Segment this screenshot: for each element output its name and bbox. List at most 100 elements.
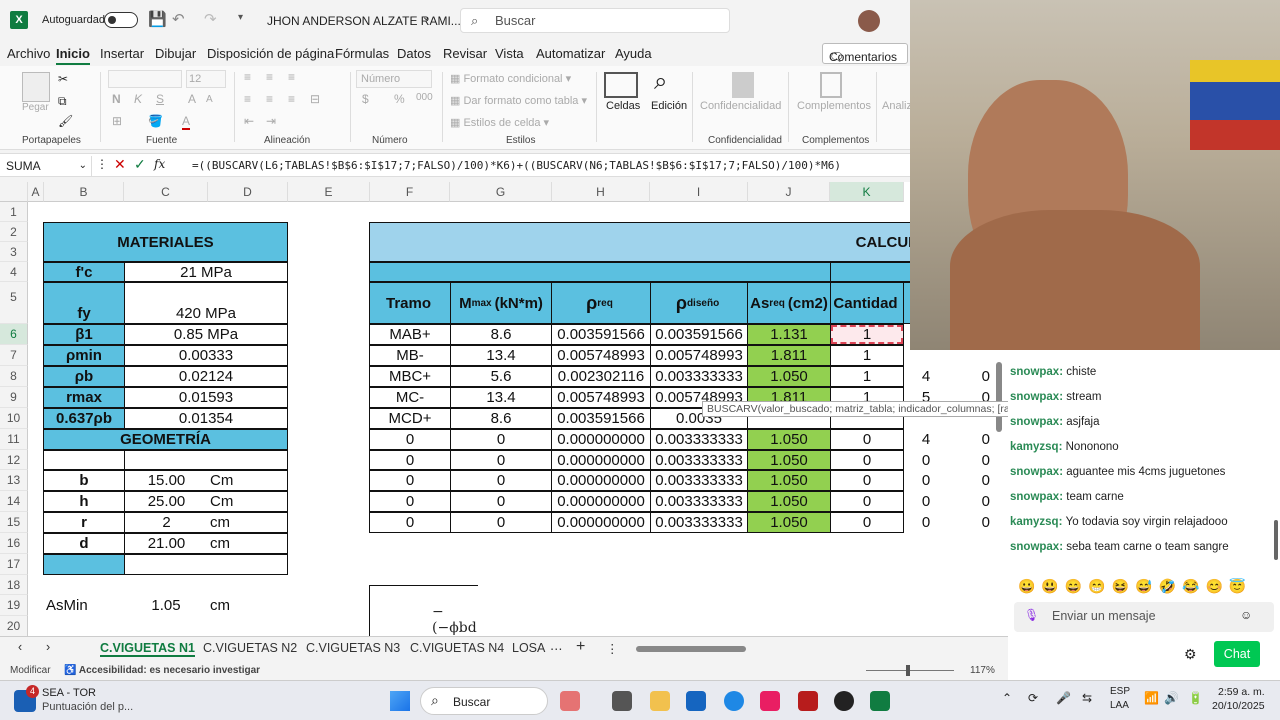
- table-header[interactable]: ρ req: [551, 282, 651, 324]
- customize-icon[interactable]: ▾: [238, 12, 243, 23]
- table-cell[interactable]: 0: [369, 491, 451, 512]
- table-header[interactable]: As req (cm2): [747, 282, 831, 324]
- row-header[interactable]: 17: [0, 554, 28, 575]
- tab-cviguetas-n2[interactable]: C.VIGUETAS N2: [203, 641, 297, 655]
- row-header[interactable]: 16: [0, 533, 28, 554]
- search-input[interactable]: ⌕ Buscar: [460, 8, 730, 33]
- zoom-slider[interactable]: [866, 670, 954, 671]
- table-cell[interactable]: 0.003333333: [650, 491, 748, 512]
- row-header[interactable]: 20: [0, 616, 28, 636]
- table-cell[interactable]: 0: [369, 429, 451, 450]
- column-header[interactable]: J: [748, 182, 830, 202]
- indent-icon[interactable]: ⇤: [244, 114, 254, 128]
- chat-button[interactable]: Chat: [1214, 641, 1260, 667]
- document-title[interactable]: JHON ANDERSON ALZATE RAMI...: [267, 14, 461, 28]
- comments-button[interactable]: 🗨 Comentarios: [822, 43, 908, 64]
- bold-icon[interactable]: N: [112, 92, 121, 106]
- table-cell[interactable]: 0.002302116: [551, 366, 651, 387]
- table-cell[interactable]: 0: [450, 512, 552, 533]
- analyze-label[interactable]: Analizar datos: [882, 100, 910, 112]
- table-cell[interactable]: 0: [450, 470, 552, 491]
- font-color-icon[interactable]: A: [182, 114, 191, 130]
- netflix-icon[interactable]: [798, 691, 818, 711]
- windows-start-icon[interactable]: [390, 691, 410, 711]
- row-header[interactable]: 6: [0, 324, 28, 345]
- table-cell[interactable]: 0: [830, 450, 904, 470]
- currency-icon[interactable]: $: [362, 92, 369, 106]
- table-cell[interactable]: 13.4: [450, 387, 552, 408]
- table-cell[interactable]: 0.003333333: [650, 512, 748, 533]
- emote-row[interactable]: 😀😃😄😁😆😅🤣😂😊😇: [1018, 578, 1268, 598]
- geometry-value[interactable]: 15.00: [124, 470, 208, 491]
- tab-cviguetas-n4[interactable]: C.VIGUETAS N4: [410, 641, 504, 655]
- column-header[interactable]: H: [552, 182, 650, 202]
- material-label[interactable]: fy: [43, 282, 125, 324]
- table-cell[interactable]: 1.050: [747, 470, 831, 491]
- menu-dibujar[interactable]: Dibujar: [155, 46, 196, 61]
- table-header[interactable]: Mmax (kN*m): [450, 282, 552, 324]
- align-center-icon[interactable]: ≡: [266, 92, 273, 106]
- table-cell[interactable]: 1.050: [747, 450, 831, 470]
- column-header[interactable]: B: [44, 182, 124, 202]
- asmin-label[interactable]: AsMin: [44, 595, 124, 616]
- material-value[interactable]: 0.01593: [124, 387, 288, 408]
- table-cell[interactable]: 0: [369, 450, 451, 470]
- settings-gear-icon[interactable]: ⚙: [1184, 646, 1197, 663]
- emoji-icon[interactable]: ☺: [1240, 608, 1252, 622]
- tab-cviguetas-n3[interactable]: C.VIGUETAS N3: [306, 641, 400, 655]
- row-header[interactable]: 9: [0, 387, 28, 408]
- clock-date[interactable]: 20/10/2025: [1212, 700, 1265, 712]
- geometry-unit[interactable]: Cm: [208, 470, 288, 491]
- table-cell[interactable]: 0: [830, 512, 904, 533]
- menu-formulas[interactable]: Fórmulas: [335, 46, 389, 61]
- table-cell[interactable]: 1.811: [747, 345, 831, 366]
- tab-prev-icon[interactable]: ‹: [18, 640, 22, 654]
- font-size-select[interactable]: 12: [186, 70, 226, 88]
- row-header[interactable]: 15: [0, 512, 28, 533]
- outdent-icon[interactable]: ⇥: [266, 114, 276, 128]
- material-label[interactable]: rmax: [43, 387, 125, 408]
- column-header[interactable]: C: [124, 182, 208, 202]
- merge-icon[interactable]: ⊟: [310, 92, 320, 106]
- tab-next-icon[interactable]: ›: [46, 640, 50, 654]
- percent-icon[interactable]: %: [394, 92, 405, 106]
- table-cell[interactable]: 0: [369, 512, 451, 533]
- table-cell[interactable]: 1.131: [747, 324, 831, 345]
- table-format-button[interactable]: ▦ Dar formato como tabla ▾: [450, 94, 587, 107]
- edit-label[interactable]: Edición: [651, 100, 687, 112]
- shrink-font-icon[interactable]: A: [206, 94, 213, 105]
- table-cell[interactable]: 1: [830, 366, 904, 387]
- table-cell[interactable]: 0: [903, 450, 949, 470]
- material-value[interactable]: 0.85 MPa: [124, 324, 288, 345]
- more-tabs-icon[interactable]: ⋯: [550, 641, 563, 656]
- table-cell[interactable]: 0.003333333: [650, 366, 748, 387]
- table-cell[interactable]: 0: [450, 429, 552, 450]
- material-value[interactable]: 0.01354: [124, 408, 288, 429]
- volume-icon[interactable]: 🔊: [1164, 691, 1179, 705]
- geometria-blank[interactable]: [124, 554, 288, 575]
- geometry-label[interactable]: h: [43, 491, 125, 512]
- column-header[interactable]: F: [370, 182, 450, 202]
- redo-icon[interactable]: ↷: [204, 10, 217, 28]
- tray-chevron-icon[interactable]: ⌃: [1002, 691, 1012, 705]
- table-cell[interactable]: 4: [903, 366, 949, 387]
- zoom-level[interactable]: 117%: [970, 665, 995, 676]
- chat-username[interactable]: snowpax: [1010, 366, 1059, 378]
- sync-icon[interactable]: ⟳: [1028, 691, 1038, 705]
- align-right-icon[interactable]: ≡: [288, 92, 295, 106]
- geometry-value[interactable]: 21.00: [124, 533, 208, 554]
- material-value[interactable]: 21 MPa: [124, 262, 288, 282]
- tab-options-icon[interactable]: ⋮: [606, 641, 619, 656]
- calculo-subheader[interactable]: [369, 262, 830, 282]
- table-cell[interactable]: 0: [450, 450, 552, 470]
- mic-tray-icon[interactable]: 🎤: [1056, 691, 1071, 705]
- asmin-unit[interactable]: cm: [208, 595, 288, 616]
- formula-image[interactable]: −(−ϕbd: [369, 585, 478, 636]
- table-cell[interactable]: MC-: [369, 387, 451, 408]
- material-label[interactable]: β1: [43, 324, 125, 345]
- addins-label[interactable]: Complementos: [797, 100, 871, 112]
- table-cell[interactable]: 0.003591566: [650, 324, 748, 345]
- table-cell[interactable]: 0: [948, 470, 1008, 491]
- confirm-icon[interactable]: ✓: [134, 156, 146, 173]
- format-painter-icon[interactable]: 🖌: [58, 114, 73, 128]
